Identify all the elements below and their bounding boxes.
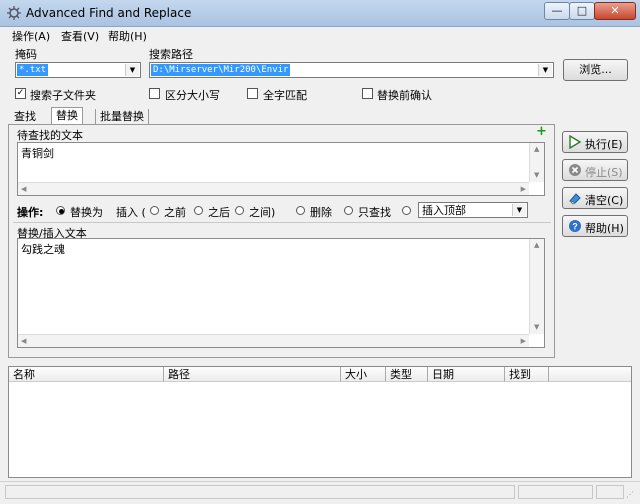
find-only-radio[interactable] <box>344 206 353 215</box>
resize-grip-icon[interactable]: ⋰ <box>626 490 634 499</box>
svg-text:?: ? <box>572 222 578 232</box>
before-label: 之前 <box>164 206 186 219</box>
after-label: 之后 <box>208 206 230 219</box>
insert-top-radio[interactable] <box>402 206 411 215</box>
chevron-down-icon[interactable]: ▼ <box>538 64 552 76</box>
clear-label: 清空(C) <box>585 194 624 207</box>
insert-position-value: 插入顶部 <box>422 204 466 217</box>
status-bar: ⋰ <box>0 481 640 504</box>
status-segment <box>518 485 593 499</box>
confirm-checkbox[interactable] <box>362 88 373 99</box>
column-header-empty <box>549 367 631 382</box>
case-label: 区分大小写 <box>165 89 220 102</box>
divider <box>13 222 551 223</box>
subfolders-label: 搜索子文件夹 <box>30 89 96 102</box>
browse-button[interactable]: 浏览... <box>563 59 628 81</box>
path-combo[interactable]: D:\Mirserver\Mir200\Envir ▼ <box>149 62 554 78</box>
between-label: 之间) <box>249 206 276 219</box>
menu-help[interactable]: 帮助(H) <box>108 28 147 44</box>
help-button[interactable]: ? 帮助(H) <box>562 215 628 237</box>
status-segment <box>596 485 624 499</box>
after-radio[interactable] <box>194 206 203 215</box>
find-vscrollbar[interactable]: ▲ ▼ <box>529 143 544 182</box>
clear-button[interactable]: 清空(C) <box>562 187 628 209</box>
help-label: 帮助(H) <box>585 222 624 235</box>
whole-word-label: 全字匹配 <box>263 89 307 102</box>
operation-label: 操作: <box>17 206 44 219</box>
minimize-button[interactable]: — <box>544 2 570 20</box>
before-radio[interactable] <box>150 206 159 215</box>
find-text-label: 待查找的文本 <box>17 129 83 142</box>
insert-label: 插入 ( <box>116 206 146 219</box>
replace-textarea[interactable]: 勾践之魂 ▲ ▼ ◀ ▶ <box>17 238 545 348</box>
find-textarea[interactable]: 青铜剑 ▲ ▼ ◀ ▶ <box>17 142 545 196</box>
replace-hscrollbar[interactable]: ◀ ▶ <box>18 334 529 347</box>
mask-label: 掩码 <box>15 48 37 61</box>
tab-find[interactable]: 查找 <box>10 109 40 125</box>
menu-action[interactable]: 操作(A) <box>12 28 50 44</box>
stop-icon <box>569 164 581 176</box>
column-header-size[interactable]: 大小 <box>341 367 386 382</box>
stop-label: 停止(S) <box>585 166 623 179</box>
delete-radio[interactable] <box>296 206 305 215</box>
column-header-found[interactable]: 找到 <box>505 367 549 382</box>
window-title: Advanced Find and Replace <box>26 6 192 20</box>
maximize-button[interactable]: □ <box>569 2 595 20</box>
close-button[interactable]: ✕ <box>594 2 636 20</box>
whole-word-checkbox[interactable] <box>247 88 258 99</box>
delete-label: 删除 <box>310 206 332 219</box>
between-radio[interactable] <box>235 206 244 215</box>
title-bar: Advanced Find and Replace — □ ✕ <box>0 0 640 27</box>
app-icon <box>7 6 21 20</box>
replace-vscrollbar[interactable]: ▲ ▼ <box>529 239 544 334</box>
play-icon <box>569 135 582 149</box>
column-header-type[interactable]: 类型 <box>386 367 428 382</box>
menu-view[interactable]: 查看(V) <box>61 28 99 44</box>
plus-icon[interactable]: + <box>536 125 547 138</box>
mask-value: *.txt <box>17 64 49 76</box>
chevron-down-icon[interactable]: ▼ <box>125 64 139 76</box>
insert-position-combo[interactable]: 插入顶部 ▼ <box>418 202 528 218</box>
menu-bar: 操作(A) 查看(V) 帮助(H) <box>0 27 640 44</box>
status-segment <box>5 485 515 499</box>
tab-batch-replace[interactable]: 批量替换 <box>95 109 149 125</box>
find-text-value: 青铜剑 <box>21 147 54 160</box>
results-list[interactable]: 名称 路径 大小 类型 日期 找到 <box>8 366 632 478</box>
chevron-down-icon[interactable]: ▼ <box>512 204 526 216</box>
help-icon: ? <box>569 220 581 232</box>
execute-button[interactable]: 执行(E) <box>562 131 628 153</box>
subfolders-checkbox[interactable]: ✓ <box>15 88 26 99</box>
replace-text-value: 勾践之魂 <box>21 243 65 256</box>
confirm-label: 替换前确认 <box>377 89 432 102</box>
find-only-label: 只查找 <box>358 206 391 219</box>
eraser-icon <box>569 193 581 205</box>
tab-replace[interactable]: 替换 <box>51 107 83 124</box>
column-header-path[interactable]: 路径 <box>164 367 341 382</box>
find-hscrollbar[interactable]: ◀ ▶ <box>18 182 529 195</box>
path-value: D:\Mirserver\Mir200\Envir <box>151 64 291 76</box>
replace-with-label: 替换为 <box>70 206 103 219</box>
mask-combo[interactable]: *.txt ▼ <box>15 62 141 78</box>
path-label: 搜索路径 <box>149 48 193 61</box>
column-header-date[interactable]: 日期 <box>428 367 505 382</box>
execute-label: 执行(E) <box>585 138 623 151</box>
case-checkbox[interactable] <box>149 88 160 99</box>
stop-button[interactable]: 停止(S) <box>562 159 628 181</box>
replace-with-radio[interactable] <box>56 206 65 215</box>
column-header-name[interactable]: 名称 <box>9 367 164 382</box>
